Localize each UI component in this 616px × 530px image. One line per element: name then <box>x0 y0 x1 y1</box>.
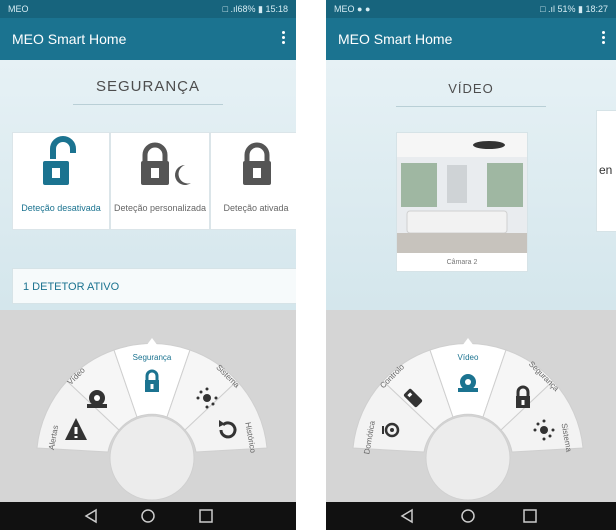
home-button[interactable] <box>448 502 488 530</box>
card-detection-off[interactable]: Deteção desativada <box>12 132 110 230</box>
back-button[interactable] <box>72 502 112 530</box>
system-navigation-bar <box>326 502 616 530</box>
lock-closed-icon <box>243 142 271 185</box>
navigation-dock: Alertas Vídeo Segurança Sistema Históric… <box>0 310 296 502</box>
navigation-wheel: Alertas Vídeo Segurança Sistema Históric… <box>36 338 268 501</box>
phone-screen-security: MEO □ .ıl68% ▮ 15:18 MEO Smart Home SEGU… <box>0 0 296 530</box>
next-card-peek[interactable]: en <box>596 110 616 232</box>
wheel-label-video: Vídeo <box>458 353 479 362</box>
navigation-wheel: Domótica Controlo Vídeo Segurança Sistem… <box>352 338 584 501</box>
system-navigation-bar <box>0 502 296 530</box>
card-label: Deteção desativada <box>21 203 101 213</box>
card-label: Deteção personalizada <box>113 203 207 213</box>
home-button[interactable] <box>128 502 168 530</box>
section-title: VÍDEO <box>326 80 616 107</box>
content-area: VÍDEO Câmara 2 <box>326 60 616 310</box>
wheel-label-seguranca: Segurança <box>133 353 172 362</box>
overflow-menu-icon[interactable] <box>280 29 286 49</box>
peek-text: en <box>599 163 613 177</box>
lock-open-icon <box>43 136 76 185</box>
content-area: SEGURANÇA Deteção desativada Deteção per… <box>0 60 296 310</box>
back-button[interactable] <box>388 502 428 530</box>
title-underline <box>396 106 546 107</box>
status-left: MEO ● ● <box>334 4 371 14</box>
overflow-menu-icon[interactable] <box>600 29 606 49</box>
status-right: □ .ıl68% ▮ 15:18 <box>222 4 288 14</box>
camera-label: Câmara 2 <box>446 259 478 266</box>
camera-card[interactable]: Câmara 2 <box>396 132 528 272</box>
app-bar: MEO Smart Home <box>326 18 616 60</box>
wheel-center-button[interactable] <box>109 415 195 501</box>
recents-button[interactable] <box>186 502 226 530</box>
active-detector-row[interactable]: 1 DETETOR ATIVO <box>12 268 296 304</box>
selection-pointer <box>146 338 158 346</box>
app-title: MEO Smart Home <box>12 31 127 47</box>
recents-button[interactable] <box>510 502 550 530</box>
phone-screen-video: MEO ● ● □ .ıl 51% ▮ 18:27 MEO Smart Home… <box>326 0 616 530</box>
card-label: Deteção ativada <box>223 203 289 213</box>
card-detection-on[interactable]: Deteção ativada <box>210 132 296 230</box>
navigation-dock: Domótica Controlo Vídeo Segurança Sistem… <box>326 310 616 502</box>
lock-moon-icon <box>141 142 191 185</box>
status-bar: MEO ● ● □ .ıl 51% ▮ 18:27 <box>326 0 616 18</box>
title-underline <box>73 104 223 105</box>
selection-pointer <box>462 338 474 346</box>
camera-preview-image <box>397 133 527 253</box>
app-bar: MEO Smart Home <box>0 18 296 60</box>
status-right: □ .ıl 51% ▮ 18:27 <box>540 4 608 14</box>
card-detection-custom[interactable]: Deteção personalizada <box>110 132 210 230</box>
wheel-center-button[interactable] <box>425 415 511 501</box>
status-left: MEO <box>8 4 29 14</box>
status-bar: MEO □ .ıl68% ▮ 15:18 <box>0 0 296 18</box>
section-title: SEGURANÇA <box>0 78 296 105</box>
app-title: MEO Smart Home <box>338 31 453 47</box>
